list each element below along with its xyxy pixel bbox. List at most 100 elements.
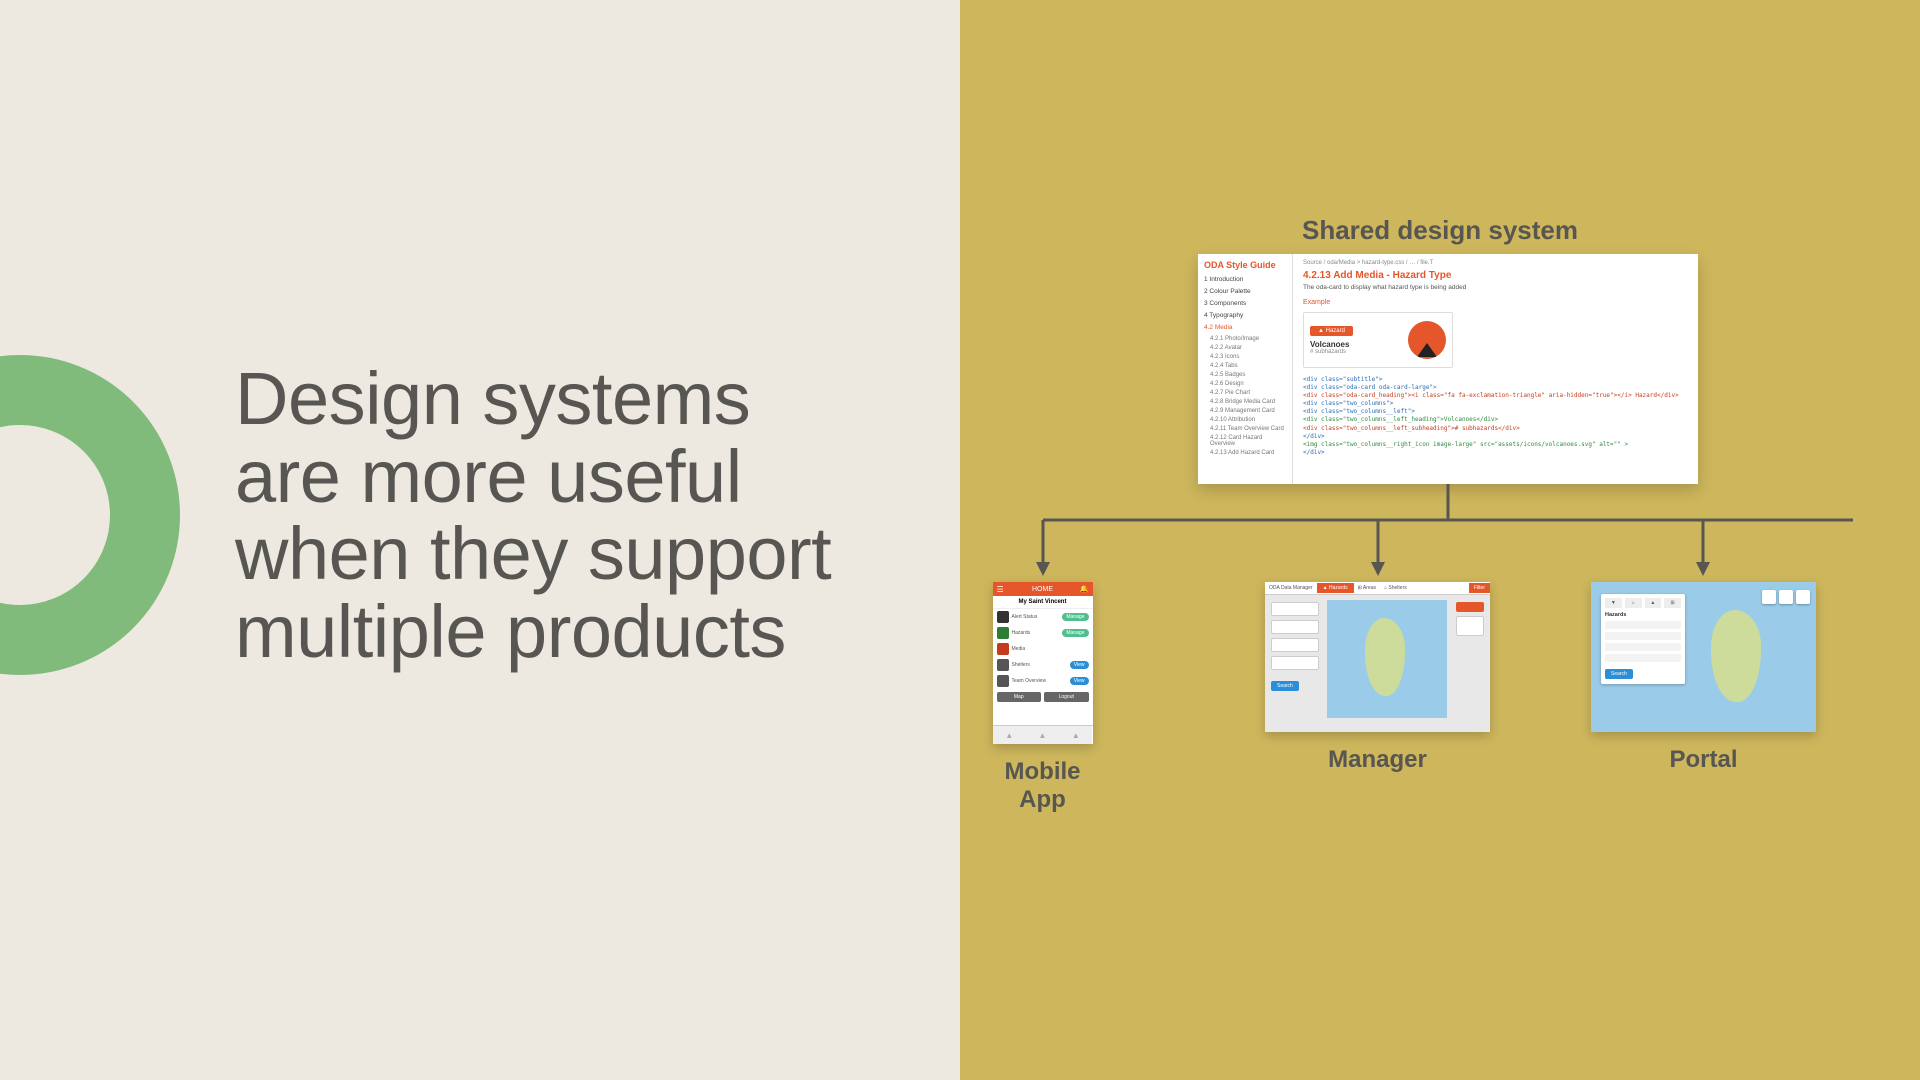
mobile-screenshot: HOME My Saint Vincent Alert StatusManage… (993, 582, 1093, 744)
mobile-tabbar: ▲▲▲ (993, 725, 1093, 744)
row-label: Media (1012, 646, 1026, 652)
code-line: <img class="two_columns__right_icon imag… (1303, 441, 1628, 448)
portal-tab: ▼ (1605, 598, 1622, 608)
row-button: View (1070, 661, 1089, 669)
list-item (1271, 620, 1319, 634)
list-item (1605, 654, 1681, 662)
manager-screenshot: ODA Data Manager ▲ Hazards ⊞ Areas ⌂ She… (1265, 582, 1490, 732)
portal-panel: ▼ ⌂ ▲ ⊞ Hazards Search (1601, 594, 1685, 684)
panel-button (1456, 602, 1484, 612)
row-icon (997, 611, 1009, 623)
foot-btn: Map (997, 692, 1042, 702)
styleguide-main: Source / oda/Media > hazard-type.css / …… (1293, 254, 1698, 484)
volcano-icon (1408, 321, 1446, 359)
code-line: <div class="oda-card oda-card-large"> (1303, 384, 1437, 391)
mobile-row: Hazards Manage (993, 625, 1093, 641)
nav-sub: 4.2.12 Card Hazard Overview (1210, 435, 1288, 447)
nav-sub: 4.2.8 Bridge Media Card (1210, 399, 1288, 405)
card-name: Volcanoes (1310, 340, 1353, 349)
code-line: <div class="two_columns"> (1303, 400, 1393, 407)
product-label-portal: Portal (1591, 746, 1816, 774)
map-island-icon (1365, 618, 1405, 696)
styleguide-screenshot: ODA Style Guide 1 Introduction 2 Colour … (1198, 254, 1698, 484)
nav-sub: 4.2.10 Attribution (1210, 417, 1288, 423)
nav-sub: 4.2.13 Add Hazard Card (1210, 450, 1288, 456)
left-panel: Design systems are more useful when they… (0, 0, 960, 1080)
row-button: View (1070, 677, 1089, 685)
product-manager: ODA Data Manager ▲ Hazards ⊞ Areas ⌂ She… (1265, 582, 1490, 774)
panel-card (1456, 616, 1484, 636)
portal-section: Hazards (1605, 612, 1681, 618)
map-island-icon (1711, 610, 1761, 702)
example-card: ▲ Hazard Volcanoes # subhazards (1303, 312, 1453, 368)
code-line: <div class="two_columns__left_heading">V… (1303, 416, 1498, 423)
manager-map (1327, 600, 1447, 718)
tool-icon (1779, 590, 1793, 604)
row-label: Shelters (1012, 662, 1030, 668)
tab-icon: ▲ (1059, 726, 1092, 744)
portal-tab: ⌂ (1625, 598, 1642, 608)
tab-icon: ▲ (993, 726, 1026, 744)
list-item (1605, 621, 1681, 629)
section-title: 4.2.13 Add Media - Hazard Type (1303, 270, 1688, 281)
code-line: <div class="two_columns__left_subheading… (1303, 425, 1520, 432)
right-panel: Shared design system ODA Style Guide 1 I… (960, 0, 1920, 1080)
list-item (1271, 656, 1319, 670)
list-item (1605, 632, 1681, 640)
list-item (1271, 602, 1319, 616)
hazard-chip: ▲ Hazard (1310, 326, 1353, 336)
slide: Design systems are more useful when they… (0, 0, 1920, 1080)
nav-item: 1 Introduction (1204, 276, 1288, 283)
nav-sub: 4.2.11 Team Overview Card (1210, 426, 1288, 432)
nav-item: 4 Typography (1204, 312, 1288, 319)
product-mobile: HOME My Saint Vincent Alert StatusManage… (985, 582, 1100, 813)
mobile-title: HOME (1032, 586, 1053, 593)
nav-item-active: 4.2 Media (1204, 324, 1288, 331)
portal-tools (1762, 590, 1810, 604)
nav-sub: 4.2.3 Icons (1210, 354, 1288, 360)
nav-sub: 4.2.6 Design (1210, 381, 1288, 387)
tool-icon (1762, 590, 1776, 604)
code-line: <div class="subtitle"> (1303, 376, 1382, 383)
row-button: Manage (1062, 629, 1088, 637)
manager-title: ODA Data Manager (1265, 585, 1317, 591)
section-subtitle: The oda-card to display what hazard type… (1303, 284, 1688, 291)
shared-system-label: Shared design system (960, 215, 1920, 246)
manager-tab: ⌂ Shelters (1380, 585, 1411, 591)
row-button: Manage (1062, 613, 1088, 621)
tool-icon (1796, 590, 1810, 604)
product-portal: ▼ ⌂ ▲ ⊞ Hazards Search Portal (1591, 582, 1816, 774)
breadcrumb: Source / oda/Media > hazard-type.css / …… (1303, 260, 1688, 266)
portal-tabs: ▼ ⌂ ▲ ⊞ (1605, 598, 1681, 608)
product-label-manager: Manager (1265, 746, 1490, 774)
mobile-footer-buttons: Map Logout (993, 689, 1093, 705)
styleguide-title: ODA Style Guide (1204, 260, 1288, 270)
code-line: <div class="two_columns__left"> (1303, 408, 1415, 415)
decorative-ring-icon (0, 355, 180, 675)
code-line: </div> (1303, 433, 1325, 440)
mobile-row: Shelters View (993, 657, 1093, 673)
connector-arrows-icon (960, 0, 1920, 1080)
nav-sub: 4.2.5 Badges (1210, 372, 1288, 378)
row-label: Alert Status (1012, 614, 1038, 620)
manager-tab: ⊞ Areas (1354, 585, 1380, 591)
manager-action: Filter (1469, 583, 1490, 593)
row-icon (997, 643, 1009, 655)
mobile-row: Alert Status Manage (993, 609, 1093, 625)
example-label: Example (1303, 299, 1688, 306)
list-item (1605, 643, 1681, 651)
code-sample: <div class="subtitle"> <div class="oda-c… (1303, 376, 1688, 457)
portal-search-button: Search (1605, 669, 1633, 679)
nav-item: 2 Colour Palette (1204, 288, 1288, 295)
portal-tab: ▲ (1645, 598, 1662, 608)
row-label: Hazards (1012, 630, 1031, 636)
mobile-row: Team OverviewView (993, 673, 1093, 689)
code-line: <div class="oda-card_heading"><i class="… (1303, 392, 1679, 399)
mobile-header: HOME (993, 582, 1093, 596)
product-label-mobile: Mobile App (985, 758, 1100, 813)
nav-sub: 4.2.1 Photo/Image (1210, 336, 1288, 342)
manager-tab-active: ▲ Hazards (1317, 583, 1354, 593)
manager-topbar: ODA Data Manager ▲ Hazards ⊞ Areas ⌂ She… (1265, 582, 1490, 595)
nav-sub: 4.2.4 Tabs (1210, 363, 1288, 369)
row-icon (997, 627, 1009, 639)
